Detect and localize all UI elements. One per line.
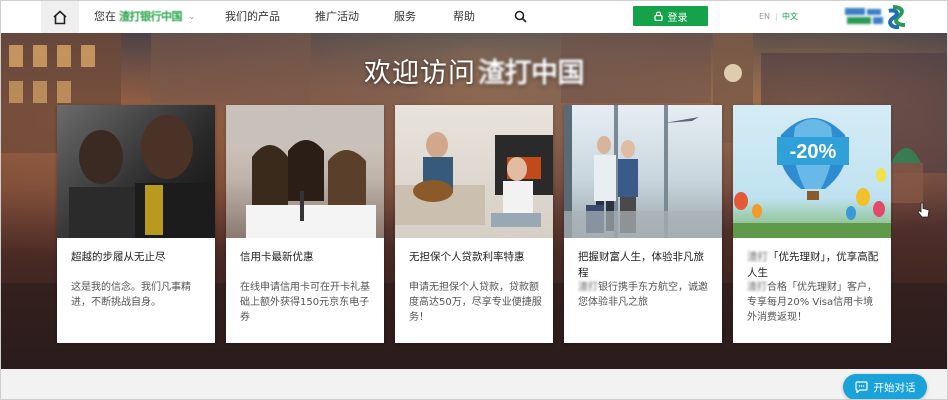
card-description: 在线申请信用卡可在开卡礼基础上额外获得150元京东电子券 [240,282,370,323]
home-button[interactable] [41,1,79,33]
card-description: 渣打合格「优先理财」客户，专享每月20% Visa信用卡境外消费返现！ [747,280,881,325]
login-button[interactable]: 登录 [633,6,708,26]
browser-frame: 您在 渣打银行中国 ⌄ 我们的产品 推广活动 服务 帮助 登录 EN | 中文 [0,0,948,400]
card-title: 渣打「优先理财」，优享高配人生 [747,249,879,281]
start-chat-button[interactable]: 开始对话 [843,374,927,399]
card-title-brand: 渣打 [747,251,768,263]
nav-promotions[interactable]: 推广活动 [315,1,359,33]
login-label: 登录 [667,12,688,24]
promo-card-priority-banking[interactable]: -20% 渣打「优先理财」，优享高配人生 渣打合格「优先理财」客户，专享每月20… [733,105,891,343]
card-title: 无担保个人贷款利率特惠 [409,251,525,263]
card-title: 超越的步履从无止尽 [71,251,166,263]
search-icon[interactable] [514,10,527,23]
hero-title-brand: 渣打中国 [478,58,585,89]
card-description: 申请无担保个人贷款，贷款额度高达50万，尽享专业便捷服务！ [409,282,542,323]
couple-guitar-photo [395,105,553,238]
friends-selfie-photo [226,105,384,238]
promo-card-personal-loan[interactable]: 无担保个人贷款利率特惠 申请无担保个人贷款，贷款额度高达50万，尽享专业便捷服务… [395,105,553,343]
top-navigation-bar: 您在 渣打银行中国 ⌄ 我们的产品 推广活动 服务 帮助 登录 EN | 中文 [1,1,947,33]
promo-card-credit-card[interactable]: 信用卡最新优惠 在线申请信用卡可在开卡礼基础上额外获得150元京东电子券 [226,105,384,343]
card-description-brand: 渣打 [578,282,598,293]
nav-products[interactable]: 我们的产品 [225,1,280,33]
card-description: 渣打银行携手东方航空，诚邀您体验非凡之旅 [578,280,712,310]
hero-title-text: 欢迎访问 [364,58,476,89]
lang-zh-link[interactable]: 中文 [782,1,798,33]
airport-couple-photo [564,105,722,238]
location-label: 您在 [94,10,116,23]
promo-card-athletes[interactable]: 超越的步履从无止尽 这是我的信念。我们凡事精进，不断挑战自身。 [57,105,215,343]
card-description: 这是我的信念。我们凡事精进，不断挑战自身。 [71,282,191,308]
athletes-photo [57,105,215,238]
nav-services[interactable]: 服务 [394,1,416,33]
lang-separator: | [775,12,778,21]
hero-banner: 欢迎访问渣打中国 超越的步履从无止尽 这是我的信念。我们凡事精进，不断挑战自身。 [1,33,947,369]
lock-icon [653,11,663,21]
card-title: 把握财富人生，体验非凡旅程 [578,251,704,279]
bank-logo[interactable] [843,3,911,31]
lang-en-link[interactable]: EN [759,1,770,33]
card-description-brand: 渣打 [747,282,767,293]
location-brand: 渣打银行中国 [119,10,183,23]
hot-air-balloon-photo: -20% [733,105,891,238]
balloon-text: -20% [790,141,837,163]
nav-help[interactable]: 帮助 [453,1,475,33]
home-icon [53,9,67,24]
chat-label: 开始对话 [873,381,916,394]
promo-card-airline[interactable]: 把握财富人生，体验非凡旅程 渣打银行携手东方航空，诚邀您体验非凡之旅 [564,105,722,343]
hero-title: 欢迎访问渣打中国 [1,51,947,90]
card-title: 信用卡最新优惠 [240,251,314,263]
location-selector[interactable]: 您在 渣打银行中国 ⌄ [94,1,196,33]
page-footer-strip [1,369,947,399]
cursor-pointer-icon [917,202,930,218]
chevron-down-icon: ⌄ [188,12,196,22]
chat-bubble-icon [854,381,868,393]
